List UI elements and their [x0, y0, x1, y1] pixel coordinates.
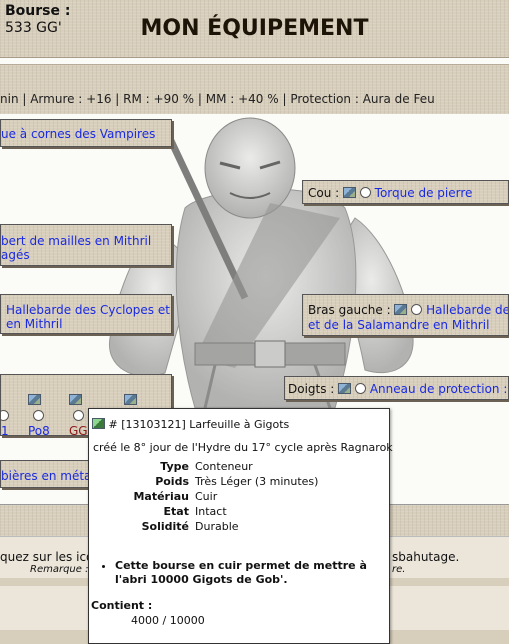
doigts-label: Doigts :	[288, 382, 335, 396]
tooltip-bullet: Cette bourse en cuir permet de mettre à …	[115, 559, 377, 587]
slot-left-hand: Bras gauche : Hallebarde des et de la Sa…	[302, 294, 509, 336]
stats-bar: nin | Armure : +16 | RM : +90 % | MM : +…	[0, 64, 509, 114]
cou-item-link[interactable]: Torque de pierre	[375, 186, 473, 200]
item-image-icon	[338, 383, 352, 394]
cou-radio[interactable]	[359, 187, 371, 198]
slot-chest: bert de mailles en Mithril agés	[0, 224, 172, 266]
footer-remark-right: re.	[392, 564, 406, 575]
slot-doigts: Doigts : Anneau de protection : A	[284, 376, 509, 400]
bag-radio-3[interactable]	[73, 410, 84, 421]
item-image-icon	[343, 187, 357, 198]
item-image-icon[interactable]	[69, 394, 82, 405]
prop-key: Poids	[155, 475, 189, 488]
tooltip-header: # [13103121] Larfeuille à Gigots	[108, 418, 290, 431]
prop-value: Cuir	[195, 490, 218, 503]
tooltip-created: créé le 8° jour de l'Hydre du 17° cycle …	[93, 441, 393, 454]
prop-value: Conteneur	[195, 460, 253, 473]
right-hand-item-link-line2[interactable]: en Mithril	[6, 317, 62, 331]
tooltip-description: Cette bourse en cuir permet de mettre à …	[115, 559, 377, 587]
stats-line: nin | Armure : +16 | RM : +90 % | MM : +…	[0, 92, 435, 106]
item-image-icon[interactable]	[124, 394, 137, 405]
page-title: MON ÉQUIPEMENT	[140, 16, 369, 41]
right-hand-item-link-line1[interactable]: Hallebarde des Cyclopes et	[6, 303, 170, 317]
prop-value: Très Léger (3 minutes)	[195, 475, 319, 488]
left-hand-label: Bras gauche :	[308, 303, 391, 317]
item-image-icon	[394, 304, 408, 315]
tooltip-props: Type Conteneur Poids Très Léger (3 minutes…	[89, 459, 321, 534]
footer-text-left: quez sur les icôn	[0, 550, 101, 564]
prop-key: Solidité	[141, 520, 189, 533]
prop-key: Matériau	[133, 490, 189, 503]
chest-item-link-line1[interactable]: bert de mailles en Mithril	[1, 234, 151, 248]
head-item-link[interactable]: ue à cornes des Vampires	[1, 127, 155, 141]
chest-item-link-line2[interactable]: agés	[1, 248, 30, 262]
bourse-value: 533 GG'	[5, 20, 62, 36]
prop-value: Intact	[195, 505, 227, 518]
tooltip-contents-label: Contient :	[91, 599, 153, 612]
bag-item-link-selected[interactable]: GG	[69, 424, 88, 435]
bag-radio-2[interactable]	[33, 410, 44, 421]
bag-radio-1[interactable]	[1, 410, 9, 421]
left-hand-item-link-line1[interactable]: Hallebarde des	[426, 303, 508, 317]
item-tooltip: # [13103121] Larfeuille à Gigots créé le…	[88, 408, 393, 644]
footer-text-right: sbahutage.	[392, 550, 460, 564]
tooltip-prop-row: Type Conteneur	[89, 459, 321, 474]
tooltip-prop-row: Solidité Durable	[89, 519, 321, 534]
slot-right-hand: Hallebarde des Cyclopes et en Mithril	[0, 294, 172, 334]
slot-head: ue à cornes des Vampires	[0, 119, 172, 147]
doigts-radio[interactable]	[355, 383, 367, 394]
tooltip-prop-row: Matériau Cuir	[89, 489, 321, 504]
left-hand-radio[interactable]	[411, 304, 423, 315]
bag-item-link[interactable]: 1	[1, 424, 9, 435]
belt-item-link[interactable]: bières en méta	[1, 469, 91, 483]
cou-label: Cou :	[308, 186, 340, 200]
slot-cou: Cou : Torque de pierre	[302, 180, 509, 204]
bourse-label: Bourse :	[5, 3, 71, 19]
item-image-icon	[92, 418, 105, 429]
item-image-icon[interactable]	[28, 394, 41, 405]
tooltip-prop-row: Etat Intact	[89, 504, 321, 519]
prop-key: Etat	[163, 505, 189, 518]
tooltip-prop-row: Poids Très Léger (3 minutes)	[89, 474, 321, 489]
prop-key: Type	[160, 460, 189, 473]
bag-item-link[interactable]: Po8	[28, 424, 50, 435]
title-bar: MON ÉQUIPEMENT	[0, 0, 509, 58]
left-hand-item-link-line2[interactable]: et de la Salamandre en Mithril	[308, 318, 489, 332]
prop-value: Durable	[195, 520, 239, 533]
doigts-item-link[interactable]: Anneau de protection : A	[370, 382, 508, 396]
tooltip-contents-value: 4000 / 10000	[131, 614, 205, 627]
